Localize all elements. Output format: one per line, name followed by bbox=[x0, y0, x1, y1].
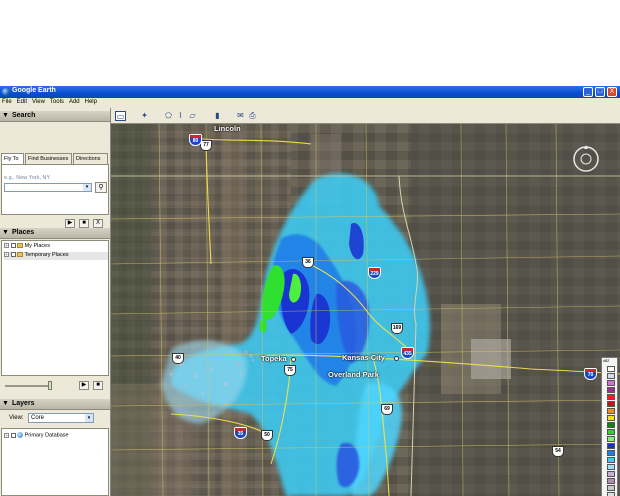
google-earth-icon bbox=[2, 88, 10, 96]
maximize-button[interactable]: □ bbox=[595, 87, 605, 97]
places-header-label: Places bbox=[12, 229, 35, 236]
tree-item-temporary-places[interactable]: + Temporary Places bbox=[4, 252, 108, 260]
menu-edit[interactable]: Edit bbox=[15, 98, 30, 105]
magnifier-icon: ⚲ bbox=[98, 184, 104, 191]
city-marker-icon bbox=[291, 357, 296, 362]
us-route-75-shield: 75 bbox=[284, 365, 296, 376]
city-label-lincoln: Lincoln bbox=[214, 124, 241, 133]
play-icon[interactable]: ▶ bbox=[79, 381, 89, 390]
interstate-35-shield: 35 bbox=[234, 427, 247, 439]
collapse-arrow-icon: ▼ bbox=[2, 400, 9, 407]
map-toolbar: ▭ ✦ ⬠ ⌇ ▱ ▮ ✉ ⎙ bbox=[111, 108, 620, 124]
menu-bar: File Edit View Tools Add Help bbox=[0, 98, 620, 108]
tab-directions[interactable]: Directions bbox=[73, 153, 108, 164]
path-icon[interactable]: ⌇ bbox=[175, 111, 186, 121]
us-route-169-shield: 169 bbox=[391, 323, 403, 334]
places-panel-header[interactable]: ▼ Places bbox=[0, 228, 110, 239]
stop-icon[interactable]: ■ bbox=[79, 219, 89, 228]
tree-item-my-places[interactable]: + My Places bbox=[4, 243, 50, 251]
slider-handle[interactable] bbox=[48, 381, 52, 390]
primary-database-label: Primary Database bbox=[24, 432, 69, 439]
interstate-80-shield: 80 bbox=[189, 134, 202, 146]
layers-tree: + Primary Database bbox=[1, 428, 109, 496]
dropdown-arrow-icon[interactable]: ▾ bbox=[85, 414, 93, 422]
print-icon[interactable]: ⎙ bbox=[247, 111, 258, 121]
search-header-label: Search bbox=[12, 112, 36, 119]
places-tree: + My Places + Temporary Places bbox=[1, 240, 109, 376]
layers-header-label: Layers bbox=[12, 400, 35, 407]
close-button[interactable]: X bbox=[607, 87, 617, 97]
layers-panel-header[interactable]: ▼ Layers bbox=[0, 399, 110, 410]
us-route-36-shield: 36 bbox=[302, 257, 314, 268]
email-icon[interactable]: ✉ bbox=[235, 111, 246, 121]
interstate-70-shield: 70 bbox=[584, 368, 597, 380]
google-earth-window: Google Earth _ □ X File Edit View Tools Add H… bbox=[0, 86, 620, 496]
interstate-435-shield: 435 bbox=[401, 347, 414, 359]
menu-add[interactable]: Add bbox=[67, 98, 83, 105]
play-icon[interactable]: ▶ bbox=[65, 219, 75, 228]
us-route-54-shield: 54 bbox=[552, 446, 564, 457]
us-route-77-shield: 77 bbox=[200, 140, 212, 151]
city-label-topeka: Topeka bbox=[261, 354, 287, 363]
collapse-arrow-icon: ▼ bbox=[2, 229, 9, 236]
menu-view[interactable]: View bbox=[30, 98, 48, 105]
clear-icon[interactable]: X bbox=[93, 219, 103, 228]
polygon-icon[interactable]: ⬠ bbox=[163, 111, 174, 121]
view-label: View: bbox=[9, 415, 24, 421]
pause-icon[interactable]: ■ bbox=[93, 381, 103, 390]
earth-map-view[interactable]: Lincoln Topeka Kansas City Overland Park… bbox=[111, 124, 620, 496]
globe-icon bbox=[17, 432, 24, 438]
city-marker-icon bbox=[394, 356, 399, 361]
tree-item-primary-database[interactable]: + Primary Database bbox=[4, 432, 69, 440]
satellite-radar-imagery bbox=[111, 124, 620, 496]
tour-controls: ▶ ■ bbox=[1, 378, 109, 394]
us-route-50-shield: 50 bbox=[261, 430, 273, 441]
legend-title: dBZ bbox=[603, 359, 610, 363]
radar-legend: dBZ bbox=[601, 357, 618, 496]
search-input[interactable]: ▾ bbox=[4, 183, 92, 192]
interstate-229-shield: 229 bbox=[368, 267, 381, 279]
title-bar: Google Earth _ □ X bbox=[0, 86, 620, 98]
sidebar-toggle-icon[interactable]: ▭ bbox=[115, 111, 126, 121]
view-select[interactable]: Core ▾ bbox=[28, 413, 94, 423]
ruler-icon[interactable]: ▮ bbox=[212, 111, 223, 121]
tab-fly-to[interactable]: Fly To bbox=[1, 153, 24, 164]
minimize-button[interactable]: _ bbox=[583, 87, 593, 97]
tour-speed-slider[interactable] bbox=[5, 385, 51, 387]
collapse-arrow-icon: ▼ bbox=[2, 112, 9, 119]
menu-help[interactable]: Help bbox=[83, 98, 100, 105]
city-label-overland-park: Overland Park bbox=[328, 370, 379, 379]
dropdown-arrow-icon[interactable]: ▾ bbox=[83, 184, 91, 191]
us-route-69-shield: 69 bbox=[381, 404, 393, 415]
menu-file[interactable]: File bbox=[0, 98, 15, 105]
search-tab-content: e.g., New York, NY ▾ ⚲ bbox=[1, 164, 109, 215]
search-panel-header[interactable]: ▼ Search bbox=[0, 111, 110, 122]
search-button[interactable]: ⚲ bbox=[95, 182, 107, 193]
placemark-icon[interactable]: ✦ bbox=[139, 111, 150, 121]
my-places-label: My Places bbox=[24, 243, 50, 249]
view-select-value: Core bbox=[31, 415, 45, 421]
menu-tools[interactable]: Tools bbox=[48, 98, 67, 105]
folder-icon bbox=[17, 252, 24, 258]
compass-icon[interactable] bbox=[571, 144, 601, 174]
temporary-places-label: Temporary Places bbox=[24, 252, 69, 258]
city-label-kansas-city: Kansas City bbox=[342, 353, 385, 362]
folder-icon bbox=[17, 243, 24, 249]
overlay-icon[interactable]: ▱ bbox=[187, 111, 198, 121]
search-hint: e.g., New York, NY bbox=[4, 175, 51, 181]
us-route-40-shield: 40 bbox=[172, 353, 184, 364]
sidebar: ▼ Search Fly To Find Businesses Directio… bbox=[0, 108, 111, 496]
tab-find-businesses[interactable]: Find Businesses bbox=[25, 153, 72, 164]
window-title: Google Earth bbox=[12, 87, 56, 94]
